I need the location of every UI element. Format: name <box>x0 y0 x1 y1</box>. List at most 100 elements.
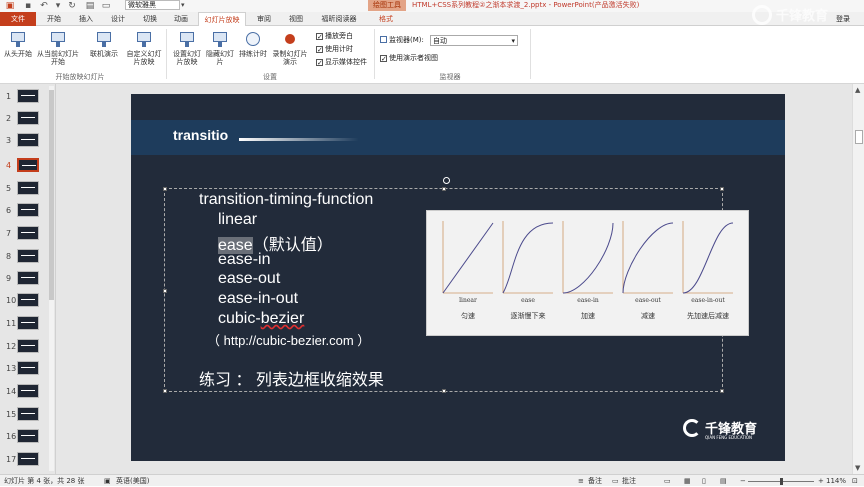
tab-animations[interactable]: 动画 <box>166 12 196 26</box>
resize-handle[interactable] <box>442 187 446 191</box>
start-slideshow-icon[interactable]: ▤ <box>84 0 96 12</box>
slide-title[interactable]: transitio <box>173 127 228 143</box>
setup-show-button[interactable]: 设置幻灯片放映 <box>170 30 204 66</box>
slide-thumbnail-image[interactable] <box>17 407 39 421</box>
tab-insert[interactable]: 插入 <box>72 12 100 26</box>
show-media-controls-checkbox[interactable]: ✓ 显示媒体控件 <box>316 58 367 67</box>
slide-thumbnail[interactable]: 8 <box>0 248 56 266</box>
slide-thumbnail-image[interactable] <box>17 89 39 103</box>
online-present-button[interactable]: 联机演示 <box>86 30 122 58</box>
scrollbar-thumb[interactable] <box>855 130 863 144</box>
fit-to-window-icon[interactable]: ⊡ <box>852 475 858 487</box>
zoom-out-icon[interactable]: − <box>740 475 746 487</box>
resize-handle[interactable] <box>163 389 167 393</box>
normal-view-icon[interactable]: ▭ <box>664 475 671 487</box>
slide-thumbnail-image[interactable] <box>17 181 39 195</box>
tab-slideshow[interactable]: 幻灯片放映 <box>198 12 246 27</box>
tab-transitions[interactable]: 切换 <box>136 12 164 26</box>
powerpoint-app-icon[interactable]: ▣ <box>4 0 16 12</box>
reading-view-icon[interactable]: ▯ <box>702 475 706 487</box>
redo-icon[interactable]: ↻ <box>66 0 78 12</box>
slide-thumbnail-image[interactable] <box>17 133 39 147</box>
slide-thumbnail-image[interactable] <box>17 111 39 125</box>
comments-button[interactable]: 批注 <box>622 475 636 487</box>
tab-review[interactable]: 审阅 <box>250 12 278 26</box>
resize-handle[interactable] <box>442 389 446 393</box>
slide-thumbnail-image[interactable] <box>17 158 39 172</box>
slide-thumbnail[interactable]: 2 <box>0 110 56 128</box>
use-timings-checkbox[interactable]: ✓ 使用计时 <box>316 45 353 54</box>
slide-thumbnail-image[interactable] <box>17 203 39 217</box>
presenter-view-checkbox[interactable]: ✓ 使用演示者视图 <box>380 54 438 63</box>
zoom-slider-handle[interactable] <box>780 478 783 485</box>
thumbnail-text-line <box>21 232 35 233</box>
slide-thumbnail[interactable]: 11 <box>0 315 56 333</box>
resize-handle[interactable] <box>720 389 724 393</box>
slide-thumbnail[interactable]: 9 <box>0 270 56 288</box>
slideshow-view-icon[interactable]: ▤ <box>720 475 727 487</box>
slide-thumbnail[interactable]: 13 <box>0 360 56 378</box>
slide-thumbnail[interactable]: 3 <box>0 132 56 150</box>
scroll-down-icon[interactable]: ▼ <box>855 464 860 472</box>
thumbnail-text-line <box>21 413 35 414</box>
text-ease-out: ease-out <box>218 270 281 287</box>
slide-thumbnail-image[interactable] <box>17 339 39 353</box>
from-current-button[interactable]: 从当前幻灯片开始 <box>36 30 80 66</box>
slide-thumbnail[interactable]: 17 <box>0 451 56 469</box>
slide-thumbnail-image[interactable] <box>17 452 39 466</box>
language-indicator[interactable]: 英语(美国) <box>116 475 149 487</box>
resize-handle[interactable] <box>720 187 724 191</box>
slide-thumbnail[interactable]: 10 <box>0 292 56 310</box>
slide-thumbnail[interactable]: 14 <box>0 383 56 401</box>
slide-thumbnail[interactable]: 15 <box>0 406 56 424</box>
slide-thumbnail-image[interactable] <box>17 429 39 443</box>
editor-vertical-scrollbar[interactable]: ▲ ▼ <box>852 84 864 474</box>
slide-thumbnail-image[interactable] <box>17 271 39 285</box>
resize-handle[interactable] <box>163 187 167 191</box>
zoom-level[interactable]: 114% <box>826 475 846 487</box>
undo-dropdown-icon[interactable]: ▾ <box>52 0 64 12</box>
timing-function-figure[interactable]: linear ease ease-in ease-out ease-in-out… <box>426 210 749 336</box>
tab-format[interactable]: 格式 <box>372 12 400 26</box>
slide-thumbnail[interactable]: 7 <box>0 225 56 243</box>
slide-thumbnail[interactable]: 5 <box>0 180 56 198</box>
custom-show-button[interactable]: 自定义幻灯片放映 <box>126 30 162 66</box>
hide-slide-button[interactable]: 隐藏幻灯片 <box>206 30 234 66</box>
slide-thumbnail-image[interactable] <box>17 249 39 263</box>
slide-thumbnail-image[interactable] <box>17 226 39 240</box>
slide-counter: 幻灯片 第 4 张，共 28 张 <box>4 477 85 485</box>
tab-view[interactable]: 视图 <box>282 12 310 26</box>
slide-sorter-view-icon[interactable]: ▦ <box>684 475 691 487</box>
resize-handle[interactable] <box>163 289 167 293</box>
zoom-in-icon[interactable]: + <box>818 475 824 487</box>
slide-thumbnail[interactable]: 1 <box>0 88 56 106</box>
slide-thumbnail-pane[interactable]: 1 2 3 4 5 6 7 8 9 10 11 12 13 14 15 16 17 <box>0 84 56 474</box>
slide-thumbnail[interactable]: 12 <box>0 338 56 356</box>
rotate-handle-icon[interactable] <box>443 177 450 184</box>
play-narrations-checkbox[interactable]: ✓ 播放旁白 <box>316 32 353 41</box>
tab-file[interactable]: 文件 <box>0 12 36 26</box>
spellcheck-icon[interactable]: ▣ <box>104 475 111 487</box>
tab-home[interactable]: 开始 <box>40 12 68 26</box>
rehearse-timings-button[interactable]: 排练计时 <box>238 30 268 58</box>
slide-thumbnail[interactable]: 16 <box>0 428 56 446</box>
slide-thumbnail[interactable]: 6 <box>0 202 56 220</box>
slide-thumbnail-image[interactable] <box>17 316 39 330</box>
tab-foxit-reader[interactable]: 福昕阅读器 <box>316 12 362 26</box>
from-beginning-button[interactable]: 从头开始 <box>2 30 34 58</box>
undo-icon[interactable]: ↶ <box>38 0 50 12</box>
slide-canvas[interactable]: transitio transition-timing-function lin… <box>131 94 785 461</box>
font-name-box[interactable]: 微软雅黑 <box>125 0 180 10</box>
save-icon[interactable]: ▪ <box>22 0 34 12</box>
slide-thumbnail-image[interactable] <box>17 293 39 307</box>
notes-button[interactable]: 备注 <box>588 475 602 487</box>
slide-thumbnail-image[interactable] <box>17 384 39 398</box>
slide-thumbnail[interactable]: 4 <box>0 157 56 175</box>
slide-thumbnail-image[interactable] <box>17 361 39 375</box>
tab-design[interactable]: 设计 <box>104 12 132 26</box>
monitor-select[interactable]: 自动 ▾ <box>430 35 518 46</box>
scroll-up-icon[interactable]: ▲ <box>855 86 860 94</box>
chevron-down-icon[interactable]: ▾ <box>181 0 185 11</box>
new-slide-icon[interactable]: ▭ <box>100 0 112 12</box>
record-show-button[interactable]: 录制幻灯片演示 <box>270 30 310 66</box>
